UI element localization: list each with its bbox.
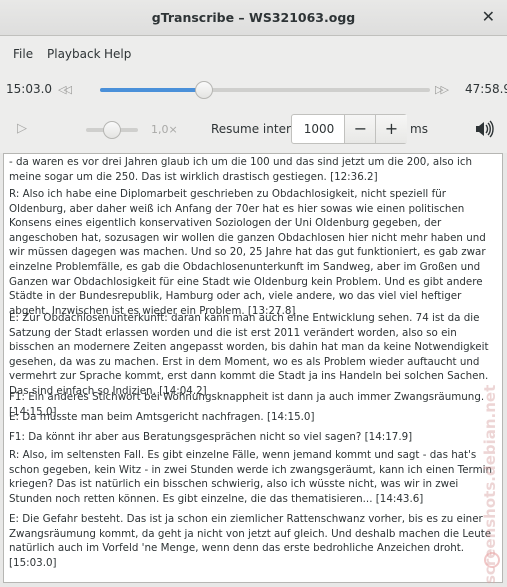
volume-icon[interactable] — [474, 120, 494, 142]
resume-interval-input[interactable]: 1000 — [292, 122, 346, 136]
decrement-button[interactable]: − — [344, 115, 376, 143]
speed-slider-handle[interactable] — [103, 121, 121, 139]
watermark-logo-icon — [484, 552, 500, 568]
player-toolbar: 15:03.0 ◁◁ ▷▷ 47:58.9 ▷ 1,0× Resume inte… — [0, 68, 507, 153]
transcript-paragraph: R: Also, im seltensten Fall. Es gibt ein… — [9, 449, 493, 505]
speed-value: 1,0× — [151, 123, 178, 136]
transcript-paragraph: E: Da müsste man beim Amtsgericht nachfr… — [9, 411, 315, 423]
watermark: screenshots.debian.net — [480, 334, 506, 584]
increment-button[interactable]: + — [375, 115, 407, 143]
transcript-paragraph: E: Zur Obdachlosenunterkunft: daran kann… — [9, 312, 489, 397]
close-icon[interactable]: ✕ — [482, 7, 495, 26]
menu-file[interactable]: File — [13, 47, 33, 61]
menu-playback[interactable]: Playback — [47, 47, 101, 61]
transcript-paragraph: R: Also ich habe eine Diplomarbeit gesch… — [9, 188, 486, 317]
transcript-paragraph: F1: Da könnt ihr aber aus Beratungsgespr… — [9, 431, 413, 443]
rewind-icon[interactable]: ◁◁ — [58, 83, 72, 96]
position-slider[interactable] — [100, 88, 430, 92]
resume-interval-spinner: 1000 − + — [291, 114, 407, 144]
play-icon[interactable]: ▷ — [17, 121, 27, 136]
transcript-text-area[interactable]: - da waren es vor drei Jahren glaub ich … — [3, 153, 506, 584]
current-time: 15:03.0 — [6, 82, 53, 96]
menu-help[interactable]: Help — [104, 47, 131, 61]
menu-bar: File Playback Help — [0, 36, 507, 68]
title-bar: gTranscribe – WS321063.ogg ✕ — [0, 0, 507, 36]
transcript-paragraph: E: Die Gefahr besteht. Das ist ja schon … — [9, 513, 492, 569]
total-duration: 47:58.9 — [465, 82, 507, 96]
position-slider-handle[interactable] — [194, 81, 213, 99]
transcript-paragraph: - da waren es vor drei Jahren glaub ich … — [9, 156, 473, 183]
resume-interval-unit: ms — [410, 122, 428, 136]
window-title: gTranscribe – WS321063.ogg — [151, 10, 356, 25]
position-progress — [100, 88, 204, 92]
fast-forward-icon[interactable]: ▷▷ — [435, 83, 449, 96]
